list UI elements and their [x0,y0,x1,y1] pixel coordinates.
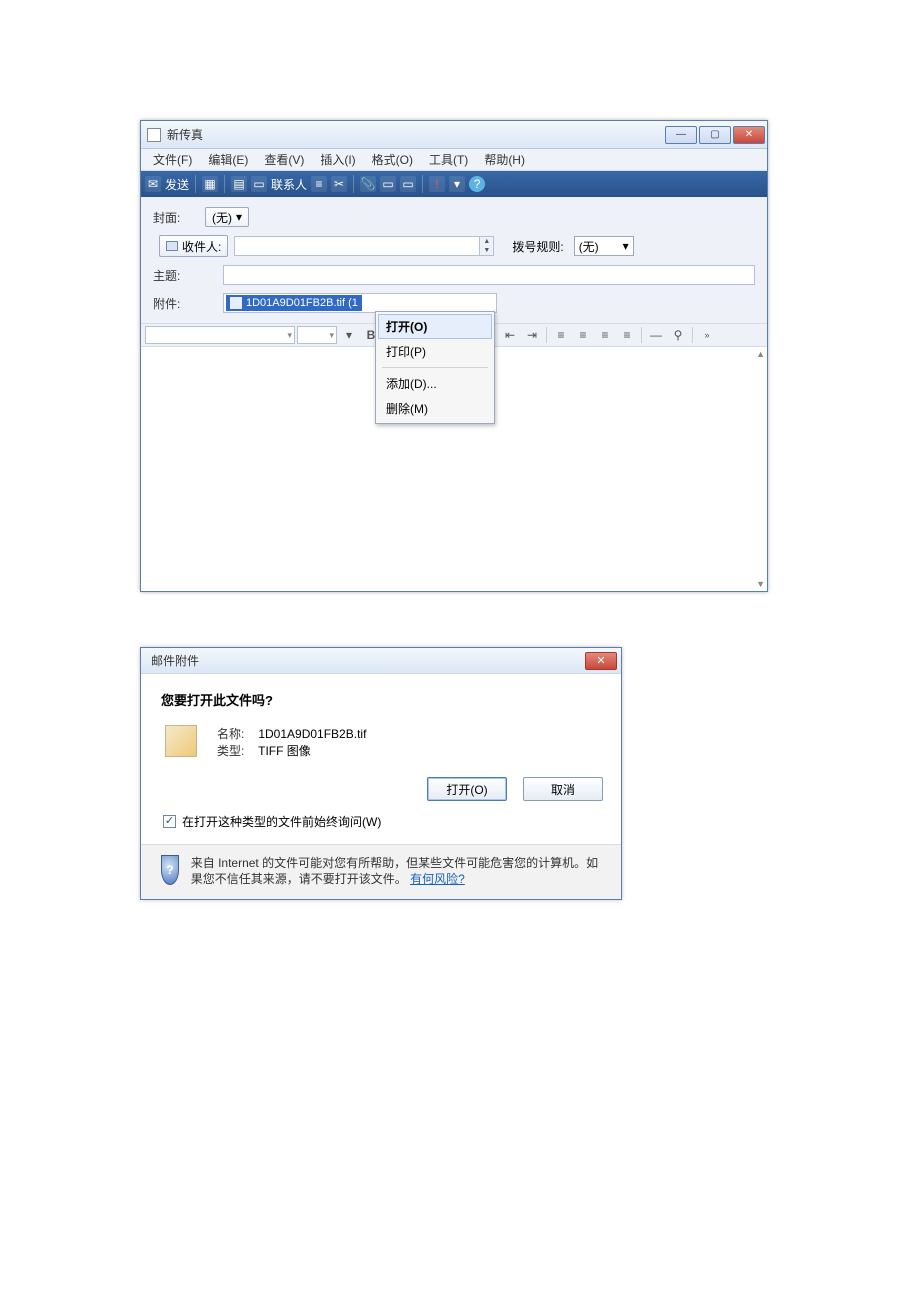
maximize-button[interactable]: ▢ [699,126,731,144]
recipient-input[interactable] [234,236,480,256]
ctx-delete[interactable]: 删除(M) [378,396,492,421]
menubar: 文件(F) 编辑(E) 查看(V) 插入(I) 格式(O) 工具(T) 帮助(H… [141,149,767,171]
send-button[interactable]: 发送 [165,176,189,193]
chevron-down-icon: ▾ [329,330,334,341]
align-right-button[interactable]: ≡ [595,326,615,344]
always-ask-label: 在打开这种类型的文件前始终询问(W) [182,813,381,830]
close-button[interactable]: ✕ [733,126,765,144]
open-file-dialog: 邮件附件 ✕ 您要打开此文件吗? 名称: 1D01A9D01FB2B.tif 类… [140,647,622,900]
dialing-rules-select[interactable]: (无) ▾ [574,236,634,256]
cover-label: 封面: [153,209,205,226]
recipient-button[interactable]: 收件人: [159,235,228,257]
type-label: 类型: [217,742,255,759]
attachment-field[interactable]: 1D01A9D01FB2B.tif (1 [223,293,497,313]
attach-label: 附件: [153,295,205,312]
attachment-context-menu: 打开(O) 打印(P) 添加(D)... 删除(M) [375,311,495,424]
ctx-open[interactable]: 打开(O) [378,314,492,339]
warn-text: 来自 Internet 的文件可能对您有所帮助，但某些文件可能危害您的计算机。如… [191,856,598,886]
ctx-separator [382,367,488,368]
chevron-down-icon: ▾ [236,210,242,224]
dialog-question: 您要打开此文件吗? [161,690,603,709]
menu-file[interactable]: 文件(F) [145,151,200,168]
dropdown-icon[interactable]: ▾ [449,176,465,192]
subject-input[interactable] [223,265,755,285]
dialog-close-button[interactable]: ✕ [585,652,617,670]
ctx-print[interactable]: 打印(P) [378,339,492,364]
menu-help[interactable]: 帮助(H) [476,151,533,168]
scroll-up-icon[interactable]: ▲ [756,349,765,359]
spin-up-icon[interactable]: ▲ [480,237,493,246]
tool-icon-4[interactable]: ▭ [380,176,396,192]
send-icon: ✉ [145,176,161,192]
link-button[interactable]: ⚲ [668,326,688,344]
toolbar-btn[interactable]: ▾ [339,326,359,344]
menu-tools[interactable]: 工具(T) [421,151,476,168]
priority-icon[interactable]: ! [429,176,445,192]
scroll-down-icon[interactable]: ▼ [756,579,765,589]
chevron-down-icon: ▾ [623,239,629,253]
spin-down-icon[interactable]: ▼ [480,246,493,255]
recipient-icon [166,241,178,251]
help-icon[interactable]: ? [469,176,485,192]
dialing-rules-label: 拨号规则: [512,238,563,255]
ctx-add[interactable]: 添加(D)... [378,371,492,396]
risk-link[interactable]: 有何风险? [410,872,465,886]
align-left-button[interactable]: ≡ [551,326,571,344]
file-type-icon [165,725,197,757]
justify-button[interactable]: ≡ [617,326,637,344]
attachment-filename: 1D01A9D01FB2B.tif (1 [246,297,358,309]
subject-label: 主题: [153,267,205,284]
file-name: 1D01A9D01FB2B.tif [258,727,366,741]
minimize-button[interactable]: — [665,126,697,144]
file-type: TIFF 图像 [258,744,311,758]
window-title: 新传真 [167,126,663,143]
fax-compose-window: 新传真 — ▢ ✕ 文件(F) 编辑(E) 查看(V) 插入(I) 格式(O) … [140,120,768,592]
app-icon [147,128,161,142]
tool-icon-1[interactable]: ▦ [202,176,218,192]
overflow-button[interactable]: » [697,326,717,344]
always-ask-checkbox[interactable]: ✓ [163,815,176,828]
tool-icon-2[interactable]: ▤ [231,176,247,192]
menu-view[interactable]: 查看(V) [256,151,312,168]
indent-button[interactable]: ⇥ [522,326,542,344]
titlebar[interactable]: 新传真 — ▢ ✕ [141,121,767,149]
font-select[interactable]: ▾ [145,326,295,344]
open-button[interactable]: 打开(O) [427,777,507,801]
file-icon [230,297,242,309]
menu-insert[interactable]: 插入(I) [312,151,363,168]
name-label: 名称: [217,725,255,742]
cover-select[interactable]: (无) ▾ [205,207,249,227]
compose-form: 封面: (无) ▾ 收件人: ▲ ▼ 拨号规则: (无) ▾ [141,197,767,323]
recipient-spinner[interactable]: ▲ ▼ [480,236,494,256]
outdent-button[interactable]: ⇤ [500,326,520,344]
dialog-title: 邮件附件 [151,652,585,669]
attach-icon[interactable]: 📎 [360,176,376,192]
main-toolbar: ✉ 发送 ▦ ▤ ▭ 联系人 ≡ ✂ 📎 ▭ ▭ ! ▾ ? [141,171,767,197]
align-center-button[interactable]: ≡ [573,326,593,344]
size-select[interactable]: ▾ [297,326,337,344]
file-metadata: 名称: 1D01A9D01FB2B.tif 类型: TIFF 图像 [217,725,366,759]
rule-value: (无) [579,238,599,255]
dialog-titlebar[interactable]: 邮件附件 ✕ [141,648,621,674]
cancel-button[interactable]: 取消 [523,777,603,801]
security-warning: 来自 Internet 的文件可能对您有所帮助，但某些文件可能危害您的计算机。如… [191,855,603,887]
contacts-icon: ▭ [251,176,267,192]
shield-icon: ? [161,855,179,885]
hr-button[interactable]: — [646,326,666,344]
recipient-label: 收件人: [182,238,221,255]
menu-format[interactable]: 格式(O) [364,151,421,168]
attachment-item[interactable]: 1D01A9D01FB2B.tif (1 [226,295,362,311]
cover-value: (无) [212,209,232,226]
contacts-button[interactable]: 联系人 [271,176,307,193]
chevron-down-icon: ▾ [287,330,292,341]
tool-icon-3[interactable]: ≡ [311,176,327,192]
tool-icon-5[interactable]: ▭ [400,176,416,192]
menu-edit[interactable]: 编辑(E) [200,151,256,168]
cut-icon[interactable]: ✂ [331,176,347,192]
